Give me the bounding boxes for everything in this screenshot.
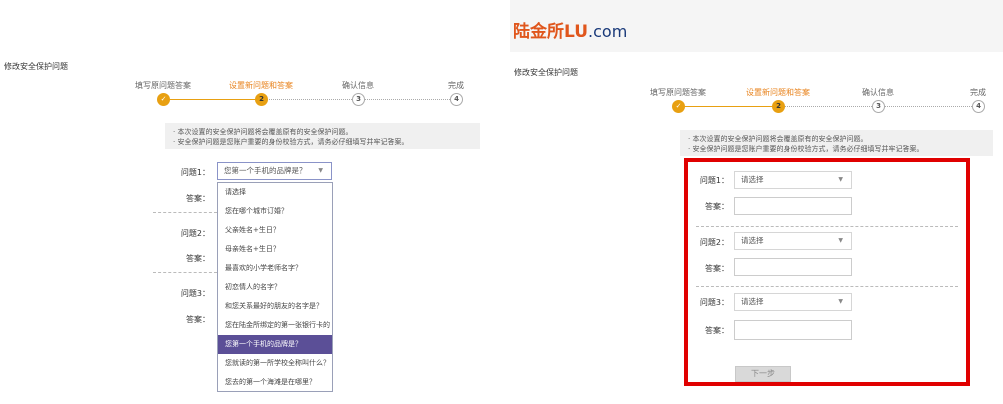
step-label-2: 设置新问题和答案 (746, 88, 810, 97)
dropdown-option-selected[interactable]: 您第一个手机的品牌是？ (218, 335, 332, 354)
question-1-label: 问题1： (699, 176, 729, 185)
step-label-1: 填写原问题答案 (650, 88, 706, 97)
dropdown-option[interactable]: 您就读的第一所学校全称叫什么？ (218, 354, 332, 373)
step-circle-4: 4 (450, 93, 463, 106)
answer-2-label: 答案： (186, 254, 210, 263)
divider (153, 212, 217, 213)
step-label-4: 完成 (448, 81, 464, 90)
chevron-down-icon: ▼ (838, 298, 843, 305)
dropdown-option[interactable]: 您在哪个城市订婚？ (218, 202, 332, 221)
dropdown-option[interactable]: 母亲姓名+生日？ (218, 240, 332, 259)
notice-box: 本次设置的安全保护问题将会覆盖原有的安全保护问题。 安全保护问题是您账户重要的身… (165, 123, 480, 149)
dropdown-option[interactable]: 您在陆金所绑定的第一张银行卡的 (218, 316, 332, 335)
dropdown-option[interactable]: 请选择 (218, 183, 332, 202)
chevron-down-icon: ▼ (838, 176, 843, 183)
question-dropdown-list[interactable]: 请选择 您在哪个城市订婚？ 父亲姓名+生日？ 母亲姓名+生日？ 最喜欢的小学老师… (217, 182, 333, 392)
question-2-select[interactable]: 请选择 ▼ (734, 232, 852, 250)
step-label-4: 完成 (970, 88, 986, 97)
step-circle-2: 2 (772, 100, 785, 113)
answer-2-label: 答案： (705, 264, 729, 273)
answer-3-input[interactable] (734, 320, 852, 340)
dropdown-option[interactable]: 父亲姓名+生日？ (218, 221, 332, 240)
next-step-button[interactable]: 下一步 (735, 366, 791, 382)
notice-box: 本次设置的安全保护问题将会覆盖原有的安全保护问题。 安全保护问题是您账户重要的身… (680, 130, 993, 156)
page-title: 修改安全保护问题 (4, 62, 68, 71)
logo-com: .com (588, 22, 628, 41)
page-title: 修改安全保护问题 (514, 68, 578, 77)
step-label-3: 确认信息 (862, 88, 894, 97)
step-label-3: 确认信息 (342, 81, 374, 90)
check-icon: ✓ (672, 100, 685, 113)
answer-1-label: 答案： (186, 194, 210, 203)
right-panel: 陆金所LU.com 修改安全保护问题 填写原问题答案 设置新问题和答案 确认信息… (510, 0, 1003, 404)
header-bar: 陆金所LU.com (510, 0, 1003, 52)
question-3-placeholder: 请选择 (741, 297, 764, 306)
question-1-placeholder: 请选择 (741, 175, 764, 184)
left-panel: 修改安全保护问题 填写原问题答案 设置新问题和答案 确认信息 完成 ✓ 2 3 … (0, 0, 502, 404)
divider (153, 272, 217, 273)
logo-lu: LU (564, 22, 589, 42)
question-1-select[interactable]: 请选择 ▼ (734, 171, 852, 189)
question-3-label: 问题3： (699, 298, 729, 307)
notice-line-2: 安全保护问题是您账户重要的身份校验方式，请务必仔细填写并牢记答案。 (173, 137, 472, 147)
question-2-label: 问题2： (699, 238, 729, 247)
dropdown-option[interactable]: 和您关系最好的朋友的名字是？ (218, 297, 332, 316)
notice-line-1: 本次设置的安全保护问题将会覆盖原有的安全保护问题。 (173, 127, 472, 137)
step-circle-3: 3 (872, 100, 885, 113)
answer-1-input[interactable] (734, 197, 852, 215)
answer-3-label: 答案： (186, 315, 210, 324)
question-2-label: 问题2： (180, 229, 210, 238)
progress-line-done (678, 106, 778, 107)
question-1-label: 问题1： (180, 168, 210, 177)
divider (696, 226, 958, 227)
dropdown-option[interactable]: 您去的第一个海滩是在哪里？ (218, 373, 332, 392)
divider (696, 286, 958, 287)
step-circle-3: 3 (352, 93, 365, 106)
dropdown-option[interactable]: 最喜欢的小学老师名字？ (218, 259, 332, 278)
answer-1-label: 答案： (705, 202, 729, 211)
answer-2-input[interactable] (734, 258, 852, 276)
question-1-select[interactable]: 您第一个手机的品牌是？ ▼ (217, 162, 332, 180)
step-circle-2: 2 (255, 93, 268, 106)
notice-line-1: 本次设置的安全保护问题将会覆盖原有的安全保护问题。 (688, 134, 985, 144)
step-label-1: 填写原问题答案 (135, 81, 191, 90)
question-1-value: 您第一个手机的品牌是？ (224, 166, 307, 175)
site-logo[interactable]: 陆金所LU.com (513, 17, 627, 42)
question-3-label: 问题3： (180, 289, 210, 298)
question-3-select[interactable]: 请选择 ▼ (734, 293, 852, 311)
notice-line-2: 安全保护问题是您账户重要的身份校验方式，请务必仔细填写并牢记答案。 (688, 144, 985, 154)
chevron-down-icon: ▼ (318, 167, 323, 174)
step-label-2: 设置新问题和答案 (229, 81, 293, 90)
question-2-placeholder: 请选择 (741, 236, 764, 245)
progress-line-done (163, 99, 261, 100)
dropdown-option[interactable]: 初恋情人的名字？ (218, 278, 332, 297)
answer-3-label: 答案： (705, 326, 729, 335)
chevron-down-icon: ▼ (838, 237, 843, 244)
check-icon: ✓ (157, 93, 170, 106)
step-circle-4: 4 (972, 100, 985, 113)
logo-cn: 陆金所 (513, 22, 564, 42)
